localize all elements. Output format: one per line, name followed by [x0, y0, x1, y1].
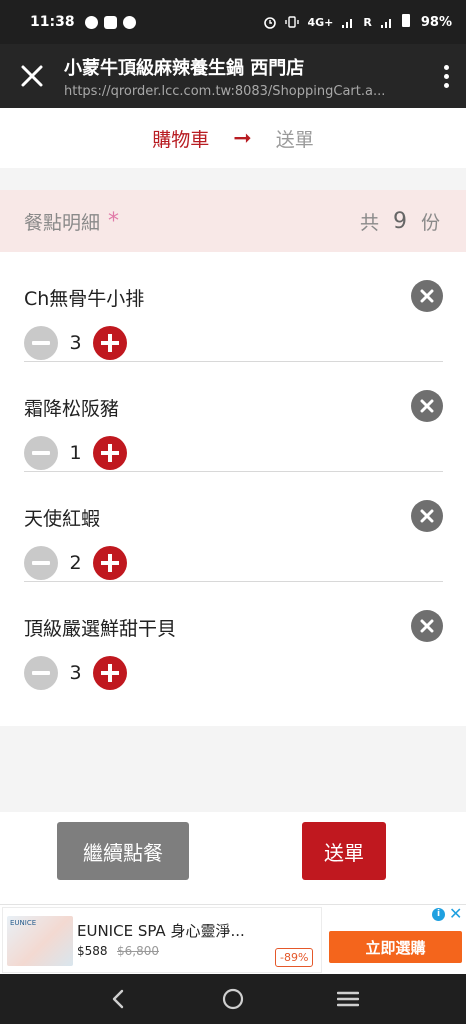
quantity-stepper: 2: [24, 546, 127, 580]
quantity-value: 3: [69, 332, 82, 354]
battery-percent: 98%: [420, 14, 452, 30]
page-title: 小蒙牛頂級麻辣養生鍋 西門店: [64, 57, 305, 79]
status-time: 11:38: [30, 14, 75, 30]
submit-order-button[interactable]: 送單: [302, 822, 386, 880]
cart-list: Ch無骨牛小排 3 霜降松阪豬 1 天使紅蝦 2 頂級嚴選鮮甜干貝 3: [0, 252, 466, 692]
item-name: Ch無骨牛小排: [24, 288, 145, 310]
quantity-value: 3: [69, 662, 82, 684]
close-button[interactable]: [0, 44, 64, 108]
ad-thumb-label: EUNICE: [10, 919, 37, 927]
quantity-value: 2: [69, 552, 82, 574]
step-cart: 購物車: [152, 128, 210, 151]
total-count: 9: [392, 208, 407, 234]
order-summary-header: 餐點明細 * 共 9 份: [0, 190, 466, 252]
close-icon: [21, 65, 43, 87]
minus-circle-icon: [32, 561, 50, 565]
line-notification-icon: [84, 15, 98, 29]
page-titles: 小蒙牛頂級麻辣養生鍋 西門店 https://qrorder.lcc.com.t…: [64, 54, 426, 99]
item-name: 天使紅蝦: [24, 508, 101, 530]
status-bar: 11:38 4G+ R 98%: [0, 0, 466, 44]
vibrate-icon: [285, 16, 300, 28]
remove-circle-icon: [420, 289, 434, 303]
remove-item-button[interactable]: [411, 610, 443, 642]
remove-circle-icon: [420, 509, 434, 523]
cart-item: 頂級嚴選鮮甜干貝 3: [24, 582, 443, 692]
battery-icon: [401, 14, 413, 30]
nav-back-button[interactable]: [98, 979, 138, 1019]
ad-info-icon[interactable]: i: [432, 908, 445, 921]
decrease-button[interactable]: [24, 326, 58, 360]
quantity-stepper: 3: [24, 326, 127, 360]
ad-card[interactable]: EUNICE EUNICE SPA 身心靈淨... $588 $6,800 -8…: [2, 907, 322, 973]
remove-item-button[interactable]: [411, 390, 443, 422]
minus-circle-icon: [32, 671, 50, 675]
item-name: 頂級嚴選鮮甜干貝: [24, 618, 177, 640]
ad-banner[interactable]: EUNICE EUNICE SPA 身心靈淨... $588 $6,800 -8…: [0, 904, 466, 974]
increase-button[interactable]: [93, 656, 127, 690]
remove-circle-icon: [420, 619, 434, 633]
ad-title: EUNICE SPA 身心靈淨...: [77, 922, 245, 940]
cart-item: 天使紅蝦 2: [24, 472, 443, 582]
remove-item-button[interactable]: [411, 280, 443, 312]
ad-close-icon[interactable]: ✕: [449, 905, 462, 922]
remove-item-button[interactable]: [411, 500, 443, 532]
required-star: *: [108, 208, 120, 234]
decrease-button[interactable]: [24, 546, 58, 580]
more-options-button[interactable]: [426, 44, 466, 108]
calendar-notification-icon: [103, 15, 117, 29]
minus-circle-icon: [32, 451, 50, 455]
ad-price: $588: [77, 944, 108, 958]
more-vertical-icon: [443, 64, 449, 70]
decrease-button[interactable]: [24, 656, 58, 690]
item-name: 霜降松阪豬: [24, 398, 120, 420]
ad-discount-badge: -89%: [275, 948, 314, 967]
count-prefix: 共: [359, 211, 379, 234]
alarm-icon: [264, 17, 277, 29]
notification-icons: [84, 15, 136, 29]
quantity-stepper: 1: [24, 436, 127, 470]
empty-area: [0, 726, 466, 812]
home-icon: [222, 988, 244, 1010]
recents-icon: [337, 991, 360, 1007]
app-bar: 小蒙牛頂級麻辣養生鍋 西門店 https://qrorder.lcc.com.t…: [0, 44, 466, 108]
minus-circle-icon: [32, 341, 50, 345]
step-submit: 送單: [275, 128, 314, 151]
cart-item: Ch無骨牛小排 3: [24, 252, 443, 362]
network-label: 4G+: [307, 15, 334, 29]
cart-item: 霜降松阪豬 1: [24, 362, 443, 472]
nav-home-button[interactable]: [213, 979, 253, 1019]
bottom-actions: 繼續點餐 送單: [0, 812, 466, 904]
nav-recents-button[interactable]: [328, 979, 368, 1019]
back-icon: [112, 989, 123, 1009]
ad-thumbnail: EUNICE: [7, 916, 73, 966]
signal-icon-2: [380, 18, 391, 28]
arrow-right-icon: ➞: [233, 125, 252, 151]
quantity-stepper: 3: [24, 656, 127, 690]
decrease-button[interactable]: [24, 436, 58, 470]
app-notification-icon: [122, 15, 136, 29]
roaming-label: R: [363, 15, 372, 29]
increase-button[interactable]: [93, 436, 127, 470]
system-icons: 4G+ R 98%: [263, 14, 452, 30]
signal-icon: [342, 18, 353, 28]
increase-button[interactable]: [93, 326, 127, 360]
increase-button[interactable]: [93, 546, 127, 580]
quantity-value: 1: [69, 442, 82, 464]
summary-label: 餐點明細: [24, 211, 101, 234]
page-url: https://qrorder.lcc.com.tw:8083/Shopping…: [64, 83, 386, 99]
checkout-steps: 購物車 ➞ 送單: [0, 108, 466, 168]
remove-circle-icon: [420, 399, 434, 413]
continue-ordering-button[interactable]: 繼續點餐: [57, 822, 189, 880]
ad-old-price: $6,800: [117, 944, 159, 958]
ad-buy-now-button[interactable]: 立即選購: [329, 931, 462, 963]
divider-band: [0, 168, 466, 190]
system-nav-bar: [0, 974, 466, 1024]
count-suffix: 份: [420, 211, 440, 234]
